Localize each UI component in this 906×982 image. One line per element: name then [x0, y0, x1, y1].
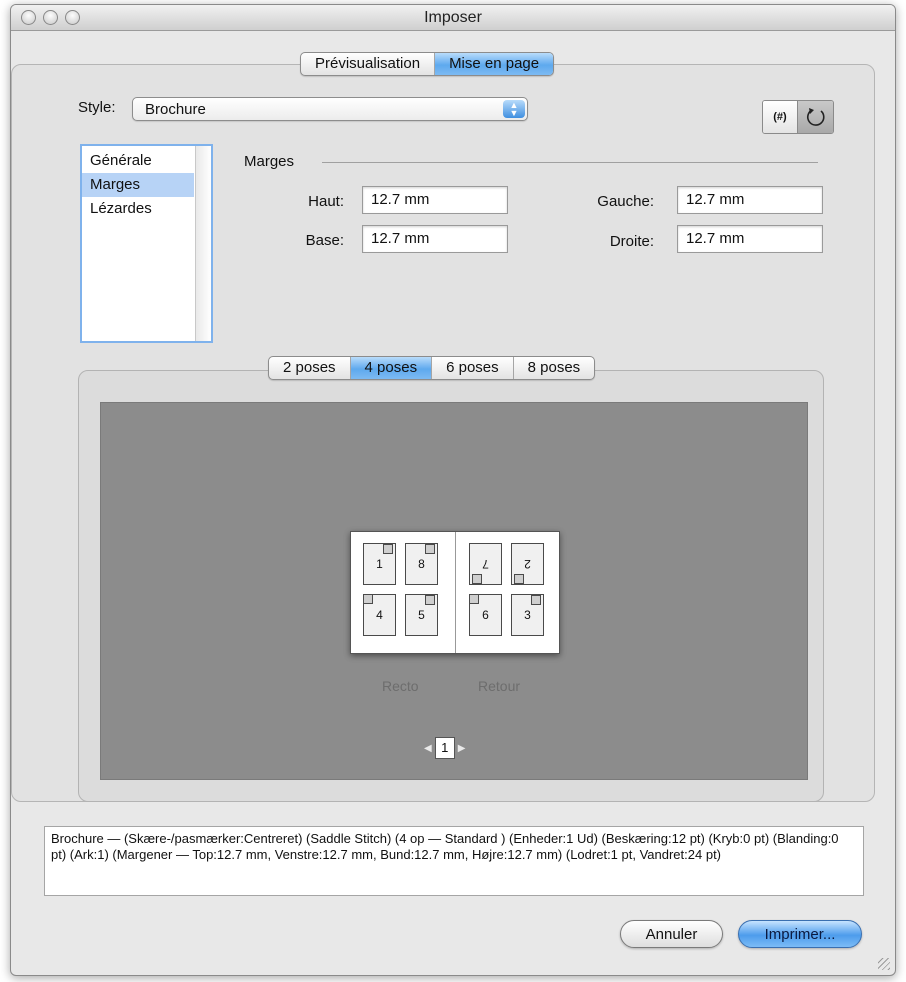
category-item-lezardes[interactable]: Lézardes — [82, 197, 194, 221]
category-item-marges[interactable]: Marges — [82, 173, 194, 197]
tab-6-poses[interactable]: 6 poses — [432, 357, 514, 379]
margin-left-label: Gauche: — [597, 193, 654, 210]
category-list[interactable]: Générale Marges Lézardes — [80, 144, 213, 343]
sheet-pager: ◀ 1 ▶ — [424, 737, 465, 759]
tab-4-poses[interactable]: 4 poses — [350, 357, 433, 379]
category-list-scrollbar[interactable] — [195, 146, 211, 341]
page-thumb: 1 — [363, 543, 396, 585]
tab-mise-en-page[interactable]: Mise en page — [435, 53, 554, 75]
page-thumb: 3 — [511, 594, 544, 636]
margin-bottom-label: Base: — [305, 232, 344, 249]
style-label: Style: — [78, 99, 116, 116]
imposition-sheet: 1 8 4 5 7 2 6 3 — [350, 531, 560, 654]
back-side-label: Retour — [478, 678, 521, 694]
reset-arrow-icon — [806, 108, 825, 126]
select-arrows-icon: ▲ ▼ — [503, 100, 525, 118]
page-thumb: 8 — [405, 543, 438, 585]
resize-grip-icon[interactable] — [878, 958, 890, 970]
reset-icon[interactable] — [798, 101, 833, 133]
tab-previsualisation[interactable]: Prévisualisation — [301, 53, 436, 75]
settings-summary: Brochure — (Skære-/pasmærker:Centreret) … — [44, 826, 864, 896]
margin-right-input[interactable]: 12.7 mm — [677, 225, 823, 253]
style-select[interactable]: Brochure ▲ ▼ — [132, 97, 528, 121]
previous-sheet-icon[interactable]: ◀ — [424, 743, 432, 754]
tab-8-poses[interactable]: 8 poses — [514, 357, 595, 379]
margin-left-input[interactable]: 12.7 mm — [677, 186, 823, 214]
page-thumb: 2 — [511, 543, 544, 585]
margin-right-label: Droite: — [609, 233, 654, 250]
top-tabs: Prévisualisation Mise en page — [300, 52, 555, 76]
margin-bottom-input[interactable]: 12.7 mm — [362, 225, 508, 253]
front-side-label: Recto — [382, 678, 419, 694]
page-thumb: 4 — [363, 594, 396, 636]
page-thumb: 7 — [469, 543, 502, 585]
cancel-button[interactable]: Annuler — [620, 920, 723, 948]
toolbar-icon-group: (#) — [762, 100, 834, 134]
category-item-generale[interactable]: Générale — [82, 149, 194, 173]
next-sheet-icon[interactable]: ▶ — [458, 743, 466, 754]
pose-tabs: 2 poses 4 poses 6 poses 8 poses — [268, 356, 596, 380]
page-thumb: 5 — [405, 594, 438, 636]
sheet-number: 1 — [434, 737, 455, 759]
hash-icon[interactable]: (#) — [763, 101, 798, 133]
margins-section-title: Marges — [244, 153, 295, 170]
title-bar[interactable]: Imposer — [11, 5, 895, 31]
sheet-fold-line — [455, 532, 456, 653]
margin-top-input[interactable]: 12.7 mm — [362, 186, 508, 214]
margins-divider — [322, 162, 818, 163]
page-thumb: 6 — [469, 594, 502, 636]
style-select-value: Brochure — [145, 101, 206, 118]
margin-top-label: Haut: — [308, 193, 344, 210]
tab-2-poses[interactable]: 2 poses — [269, 357, 351, 379]
print-button[interactable]: Imprimer... — [738, 920, 862, 948]
window-title: Imposer — [424, 9, 482, 26]
